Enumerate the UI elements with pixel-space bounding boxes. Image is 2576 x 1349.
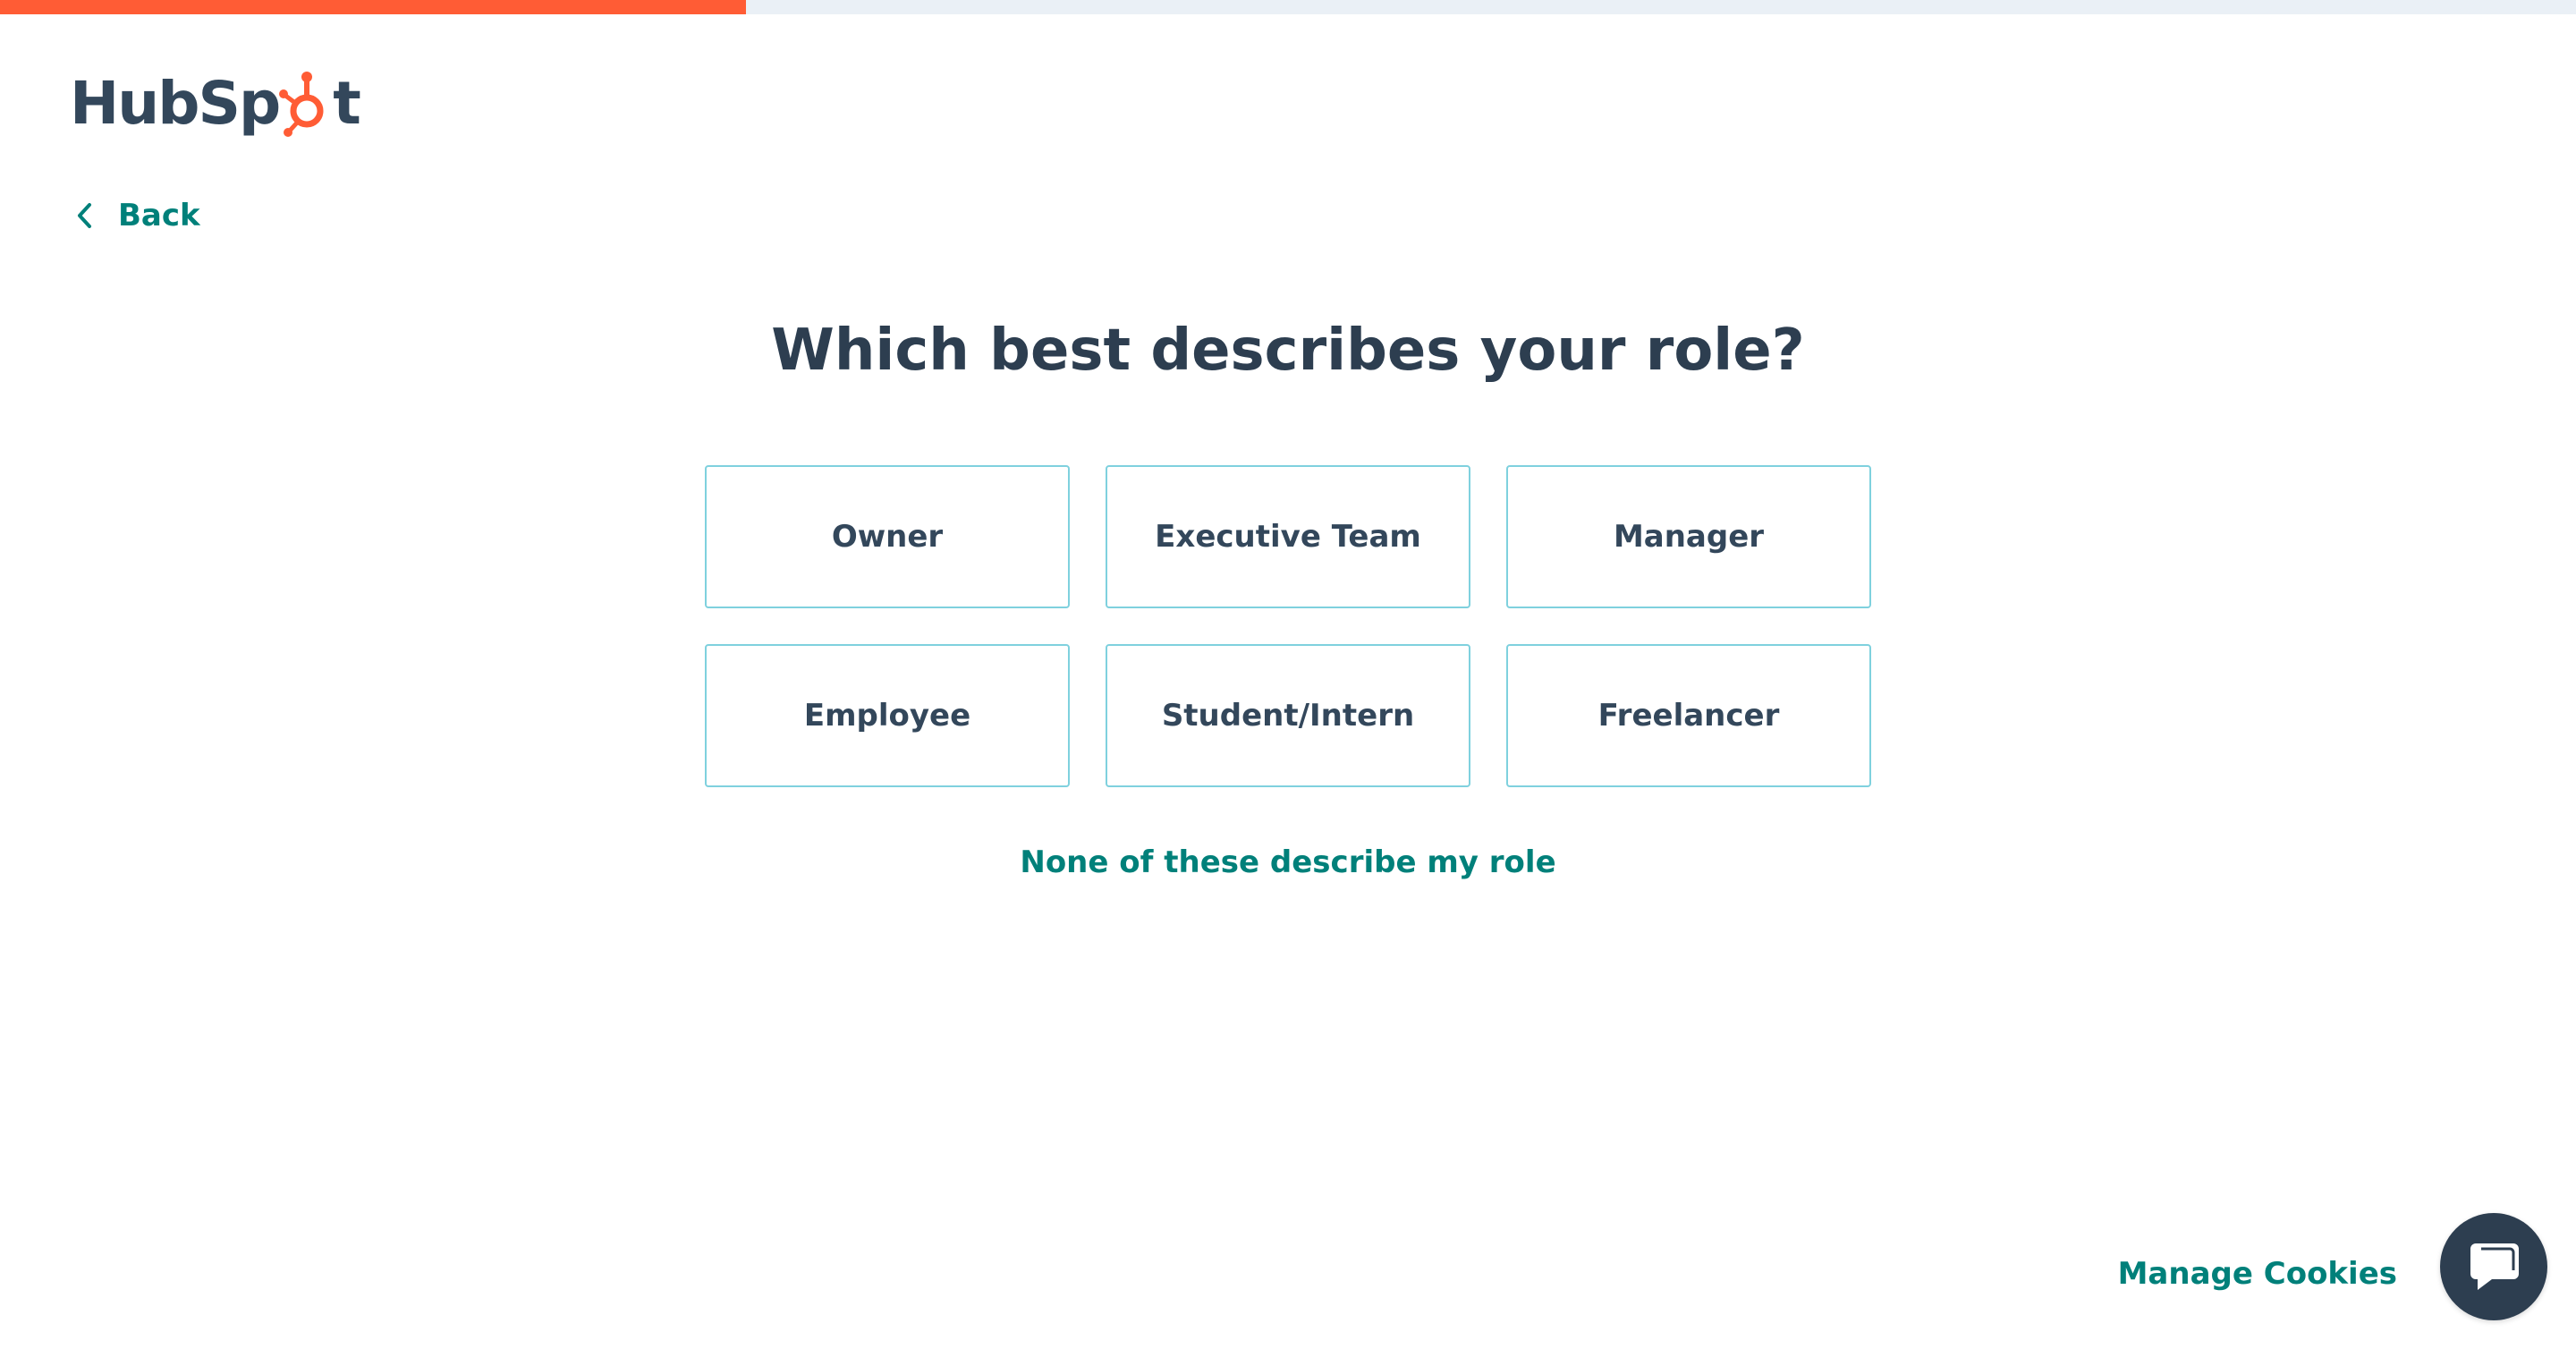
role-option-student-intern[interactable]: Student/Intern: [1106, 644, 1470, 787]
back-button[interactable]: Back: [73, 193, 200, 238]
chevron-left-icon: [78, 203, 91, 228]
manage-cookies-link[interactable]: Manage Cookies: [2118, 1251, 2397, 1297]
role-option-employee[interactable]: Employee: [705, 644, 1070, 787]
onboarding-page: HubSp t Back Which best describes your r…: [0, 0, 2576, 1349]
role-option-owner[interactable]: Owner: [705, 465, 1070, 608]
page-title: Which best describes your role?: [771, 318, 1805, 384]
progress-bar: [0, 0, 2576, 14]
role-options: Owner Executive Team Manager Employee St…: [705, 465, 1871, 787]
back-label: Back: [118, 198, 200, 233]
role-option-executive-team[interactable]: Executive Team: [1106, 465, 1470, 608]
role-option-freelancer[interactable]: Freelancer: [1506, 644, 1871, 787]
none-of-these-link[interactable]: None of these describe my role: [1020, 844, 1555, 880]
progress-bar-fill: [0, 0, 747, 14]
hubspot-logo: HubSp t: [70, 68, 361, 140]
logo-text-prefix: HubSp: [70, 69, 281, 138]
chat-bubble-icon: [2470, 1243, 2519, 1290]
logo-text-suffix: t: [333, 69, 361, 138]
role-option-manager[interactable]: Manager: [1506, 465, 1871, 608]
logo-wordmark: HubSp t: [70, 68, 361, 140]
sprocket-icon: [279, 72, 324, 137]
none-role-container: None of these describe my role: [0, 839, 2576, 886]
chat-button[interactable]: [2440, 1213, 2547, 1320]
